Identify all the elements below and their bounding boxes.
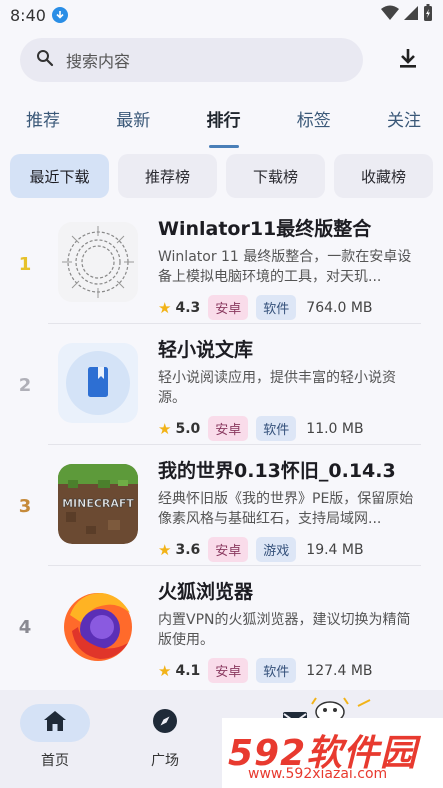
- search-placeholder: 搜索内容: [66, 51, 131, 71]
- app-title: Winlator11最终版整合: [158, 218, 372, 240]
- platform-badge: 安卓: [208, 537, 249, 562]
- tab-ranking[interactable]: 排行: [207, 102, 241, 148]
- tab-tags[interactable]: 标签: [297, 102, 331, 148]
- download-notification-icon: [51, 7, 68, 23]
- nav-square[interactable]: 广场: [110, 690, 220, 788]
- home-icon: [43, 710, 67, 736]
- category-badge: 软件: [256, 295, 297, 320]
- app-description: 轻小说阅读应用，提供丰富的轻小说资源。: [158, 370, 396, 406]
- tab-following[interactable]: 关注: [387, 102, 421, 148]
- status-bar: 8:40: [0, 0, 443, 30]
- app-size: 764.0 MB: [306, 299, 373, 316]
- app-title: 火狐浏览器: [158, 581, 254, 603]
- category-badge: 游戏: [256, 537, 297, 562]
- tab-latest[interactable]: 最新: [116, 102, 150, 148]
- rank-number: 3: [18, 496, 32, 517]
- compass-icon: [152, 708, 178, 738]
- app-rating: ★ 5.0: [158, 419, 201, 438]
- app-size: 11.0 MB: [306, 420, 364, 437]
- app-title: 轻小说文库: [158, 339, 254, 361]
- signal-icon: [403, 5, 419, 25]
- app-title: 我的世界0.13怀旧_0.14.3: [158, 460, 396, 482]
- category-tabs: 推荐 最新 排行 标签 关注: [0, 102, 443, 148]
- status-time: 8:40: [10, 5, 46, 25]
- light-novel-app-icon: [58, 343, 138, 423]
- star-icon: ★: [158, 540, 172, 559]
- firefox-app-icon: [58, 585, 138, 665]
- watermark-url: www.592xiazai.com: [248, 766, 388, 782]
- battery-icon: [423, 4, 433, 26]
- list-item[interactable]: 3 MINECRAFT 我的世界0.13怀旧_0.14.3 经典怀旧版《我的世界…: [0, 444, 443, 565]
- chip-favorites-chart[interactable]: 收藏榜: [334, 154, 433, 198]
- rank-number: 2: [18, 375, 32, 396]
- ranking-filter-chips: 最近下载 推荐榜 下载榜 收藏榜: [0, 154, 443, 198]
- app-description: 经典怀旧版《我的世界》PE版，保留原始像素风格与基础红石，支持局域网...: [158, 491, 414, 527]
- rank-number: 4: [18, 617, 32, 638]
- star-icon: ★: [158, 661, 172, 680]
- platform-badge: 安卓: [208, 416, 249, 441]
- chip-recommended-chart[interactable]: 推荐榜: [118, 154, 217, 198]
- search-input[interactable]: 搜索内容: [20, 37, 363, 82]
- list-item[interactable]: 1 Winlator11最终版整合 Winlator 11 最终版整合，一款在安…: [0, 202, 443, 323]
- winlator-app-icon: [58, 222, 138, 302]
- chip-recent-downloads[interactable]: 最近下载: [10, 154, 109, 198]
- search-row: 搜索内容: [0, 30, 443, 82]
- platform-badge: 安卓: [208, 658, 249, 683]
- platform-badge: 安卓: [208, 295, 249, 320]
- app-ranking-list: 1 Winlator11最终版整合 Winlator 11 最终版整合，一款在安…: [0, 202, 443, 686]
- app-description: 内置VPN的火狐浏览器，建议切换为精简版使用。: [158, 612, 411, 648]
- watermark-logo: 592软件园 www.592xiazai.com: [222, 718, 443, 788]
- download-manager-button[interactable]: [393, 45, 423, 75]
- category-badge: 软件: [256, 416, 297, 441]
- nav-square-pill: [130, 704, 200, 742]
- search-icon: [36, 49, 54, 71]
- chip-download-chart[interactable]: 下载榜: [226, 154, 325, 198]
- list-item[interactable]: 2 轻小说文库 轻小说阅读应用，提供丰富的轻小说资源。 ★ 5.0 安卓 软件 1…: [0, 323, 443, 444]
- nav-home-label: 首页: [41, 753, 69, 769]
- app-rating: ★ 4.1: [158, 661, 201, 680]
- nav-home-pill: [20, 704, 90, 742]
- minecraft-logo-text: MINECRAFT: [62, 497, 134, 510]
- app-rating: ★ 3.6: [158, 540, 201, 559]
- rank-number: 1: [18, 254, 32, 275]
- download-icon: [398, 47, 418, 73]
- minecraft-app-icon: MINECRAFT: [58, 464, 138, 544]
- tab-recommend[interactable]: 推荐: [26, 102, 60, 148]
- app-description: Winlator 11 最终版整合，一款在安卓设备上模拟电脑环境的工具，对天玑.…: [158, 249, 412, 285]
- list-item[interactable]: 4 火狐浏览器 内置VPN的火狐浏览器，建议切换为精简版使用。 ★ 4.1 安卓 …: [0, 565, 443, 686]
- app-rating: ★ 4.3: [158, 298, 201, 317]
- star-icon: ★: [158, 298, 172, 317]
- app-size: 127.4 MB: [306, 662, 373, 679]
- nav-home[interactable]: 首页: [0, 690, 110, 788]
- nav-square-label: 广场: [151, 753, 179, 769]
- wifi-icon: [381, 5, 399, 25]
- category-badge: 软件: [256, 658, 297, 683]
- star-icon: ★: [158, 419, 172, 438]
- app-size: 19.4 MB: [306, 541, 364, 558]
